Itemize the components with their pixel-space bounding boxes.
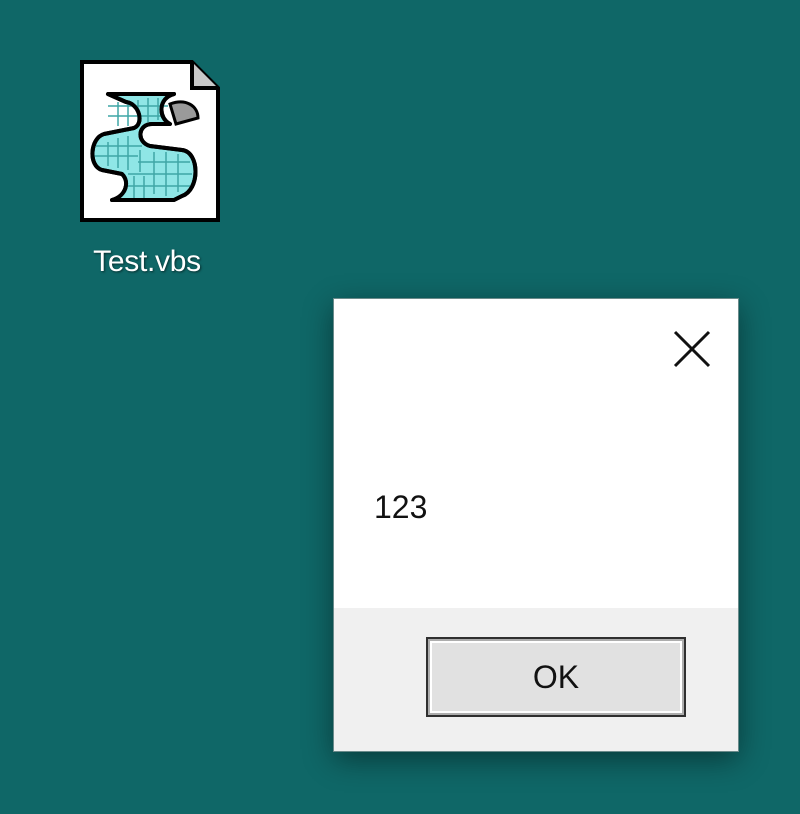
close-button[interactable] <box>654 311 730 387</box>
desktop-icon-label: Test.vbs <box>93 245 201 278</box>
desktop: Test.vbs 123 OK <box>0 0 800 814</box>
close-icon <box>673 330 711 368</box>
desktop-icon-test-vbs[interactable]: Test.vbs <box>62 56 232 286</box>
ok-button[interactable]: OK <box>428 639 684 715</box>
dialog-footer: OK <box>334 608 738 751</box>
vbscript-file-icon <box>80 60 220 222</box>
message-box-dialog: 123 OK <box>334 299 738 751</box>
dialog-message: 123 <box>374 489 428 525</box>
